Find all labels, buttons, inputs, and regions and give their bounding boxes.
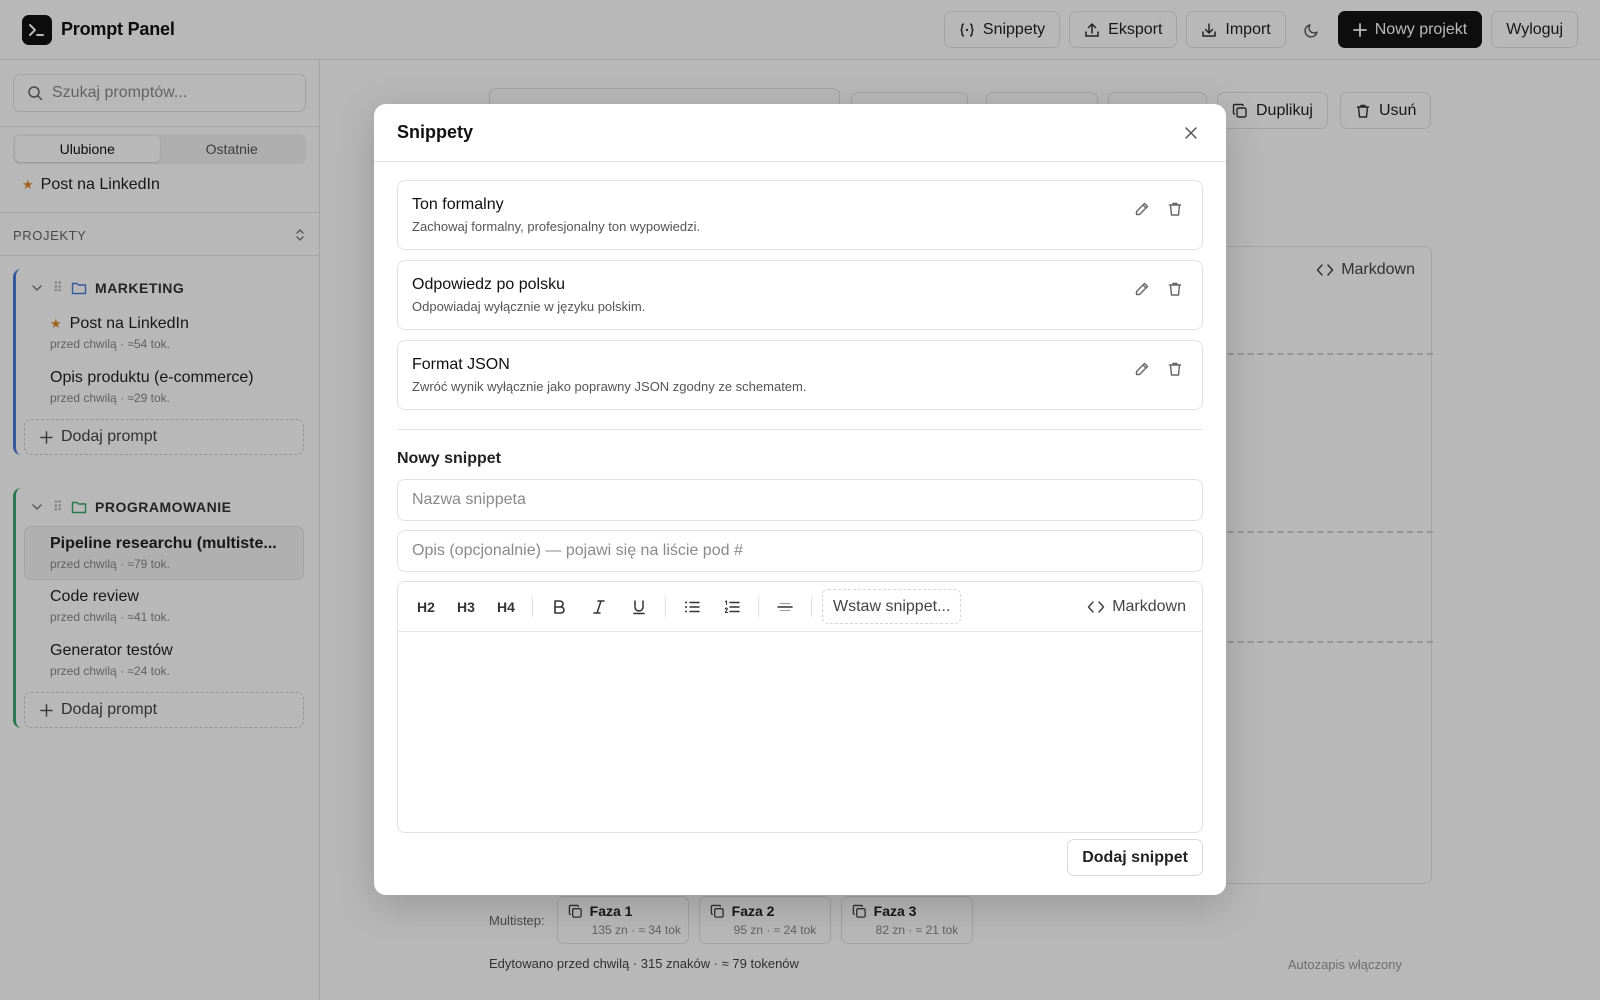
- snippet-item[interactable]: Ton formalny Zachowaj formalny, profesjo…: [397, 180, 1203, 250]
- bold-icon[interactable]: [539, 591, 579, 623]
- edit-icon[interactable]: [1132, 199, 1152, 219]
- snippet-item[interactable]: Odpowiedz po polsku Odpowiadaj wyłącznie…: [397, 260, 1203, 330]
- snippets-modal: Snippety Ton formalny Zachowaj formalny,…: [374, 104, 1226, 895]
- snippet-description: Zwróć wynik wyłącznie jako poprawny JSON…: [412, 379, 807, 394]
- horizontal-rule-icon[interactable]: [765, 591, 805, 623]
- code-icon: [1087, 600, 1105, 614]
- snippet-description: Odpowiadaj wyłącznie w języku polskim.: [412, 299, 646, 314]
- editor-toolbar: H2 H3 H4 Wstaw snippet... Markdown: [398, 582, 1202, 632]
- underline-icon[interactable]: [619, 591, 659, 623]
- markdown-toggle[interactable]: Markdown: [1087, 598, 1186, 616]
- trash-icon[interactable]: [1165, 279, 1185, 299]
- snippet-name: Odpowiedz po polsku: [412, 276, 565, 293]
- modal-header: Snippety: [374, 104, 1226, 162]
- numbered-list-icon[interactable]: [712, 591, 752, 623]
- snippet-name-input[interactable]: [412, 491, 1192, 509]
- heading-4-button[interactable]: H4: [486, 591, 526, 623]
- snippet-name: Ton formalny: [412, 196, 504, 213]
- snippet-description-input[interactable]: [412, 542, 1192, 560]
- trash-icon[interactable]: [1165, 199, 1185, 219]
- bullet-list-icon[interactable]: [672, 591, 712, 623]
- snippet-name: Format JSON: [412, 356, 510, 373]
- snippet-content-area[interactable]: [398, 632, 1202, 832]
- new-snippet-label: Nowy snippet: [397, 450, 502, 467]
- snippet-content-editor: H2 H3 H4 Wstaw snippet... Markdown: [397, 581, 1203, 833]
- markdown-label: Markdown: [1112, 597, 1186, 615]
- divider: [397, 429, 1203, 430]
- toolbar-divider: [532, 596, 533, 617]
- close-icon[interactable]: [1179, 121, 1203, 145]
- toolbar-divider: [665, 596, 666, 617]
- modal-title: Snippety: [397, 122, 474, 142]
- toolbar-divider: [811, 596, 812, 617]
- snippet-item[interactable]: Format JSON Zwróć wynik wyłącznie jako p…: [397, 340, 1203, 410]
- snippet-name-field[interactable]: [397, 479, 1203, 521]
- edit-icon[interactable]: [1132, 279, 1152, 299]
- edit-icon[interactable]: [1132, 359, 1152, 379]
- italic-icon[interactable]: [579, 591, 619, 623]
- toolbar-divider: [758, 596, 759, 617]
- add-snippet-button[interactable]: Dodaj snippet: [1067, 839, 1203, 876]
- trash-icon[interactable]: [1165, 359, 1185, 379]
- heading-2-button[interactable]: H2: [406, 591, 446, 623]
- heading-3-button[interactable]: H3: [446, 591, 486, 623]
- snippet-description: Zachowaj formalny, profesjonalny ton wyp…: [412, 219, 701, 234]
- insert-snippet-button[interactable]: Wstaw snippet...: [822, 589, 962, 624]
- snippet-description-field[interactable]: [397, 530, 1203, 572]
